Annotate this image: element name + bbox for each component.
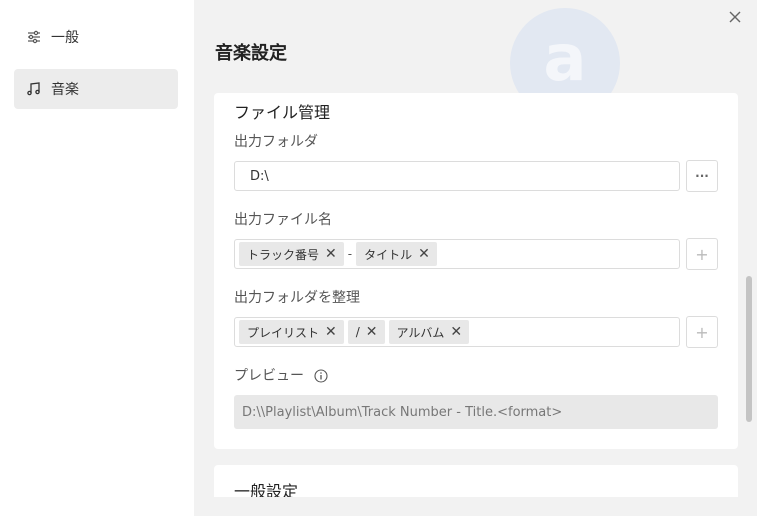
info-icon[interactable]: [314, 369, 329, 383]
preview-label-row: プレビュー: [234, 365, 329, 385]
tag-label: /: [355, 325, 360, 339]
output-filename-input[interactable]: トラック番号 ✕ - タイトル ✕: [234, 239, 680, 269]
tag-label: プレイリスト: [247, 325, 320, 340]
output-filename-label: 出力ファイル名: [234, 212, 332, 228]
sidebar-item-general[interactable]: 一般: [14, 17, 178, 57]
sidebar-item-music[interactable]: 音楽: [14, 69, 178, 109]
tag-playlist: プレイリスト ✕: [239, 320, 344, 344]
tag-album: アルバム ✕: [388, 320, 470, 344]
tag-label: アルバム: [396, 325, 445, 340]
section-title: 一般設定: [234, 482, 299, 501]
sidebar-item-label: 音楽: [51, 82, 79, 98]
organize-folder-input[interactable]: プレイリスト ✕ / ✕ アルバム ✕: [234, 317, 680, 347]
preview-path-box: D:\\Playlist\Album\Track Number - Title.…: [234, 395, 718, 429]
tag-title: タイトル ✕: [356, 242, 437, 266]
watermark-letter: a: [543, 22, 587, 96]
filename-separator: -: [347, 247, 353, 261]
output-folder-label: 出力フォルダ: [234, 134, 318, 150]
output-folder-input[interactable]: D:\: [234, 161, 680, 191]
close-icon: [729, 11, 741, 23]
remove-tag-icon[interactable]: ✕: [450, 324, 462, 340]
sliders-icon: [26, 29, 42, 45]
remove-tag-icon[interactable]: ✕: [325, 324, 337, 340]
remove-tag-icon[interactable]: ✕: [366, 324, 378, 340]
scrollbar-thumb[interactable]: [746, 276, 752, 422]
remove-tag-icon[interactable]: ✕: [418, 246, 430, 262]
tag-track-number: トラック番号 ✕: [239, 242, 344, 266]
browse-folder-button[interactable]: ···: [686, 160, 718, 192]
file-management-card: ファイル管理 出力フォルダ D:\ ··· 出力ファイル名 トラック番号 ✕ -…: [214, 93, 738, 449]
preview-path: D:\\Playlist\Album\Track Number - Title.…: [242, 404, 563, 420]
add-folder-tag-button[interactable]: +: [686, 316, 718, 348]
remove-tag-icon[interactable]: ✕: [325, 246, 337, 262]
tag-slash: / ✕: [347, 320, 385, 344]
tag-label: トラック番号: [247, 247, 320, 262]
main-panel: a 音楽設定 ファイル管理 出力フォルダ D:\ ··· 出力ファイル名 トラッ…: [194, 0, 757, 516]
music-note-icon: [26, 81, 42, 97]
general-settings-card: 一般設定: [214, 465, 738, 516]
add-filename-tag-button[interactable]: +: [686, 238, 718, 270]
organize-folder-label: 出力フォルダを整理: [234, 290, 360, 306]
sidebar-item-label: 一般: [51, 30, 79, 46]
section-title: ファイル管理: [234, 103, 331, 122]
tag-label: タイトル: [364, 247, 413, 262]
output-folder-value: D:\: [250, 168, 269, 184]
page-title: 音楽設定: [215, 43, 287, 64]
sidebar: 一般 音楽: [0, 0, 194, 516]
preview-label: プレビュー: [234, 368, 304, 384]
close-button[interactable]: [724, 6, 746, 28]
